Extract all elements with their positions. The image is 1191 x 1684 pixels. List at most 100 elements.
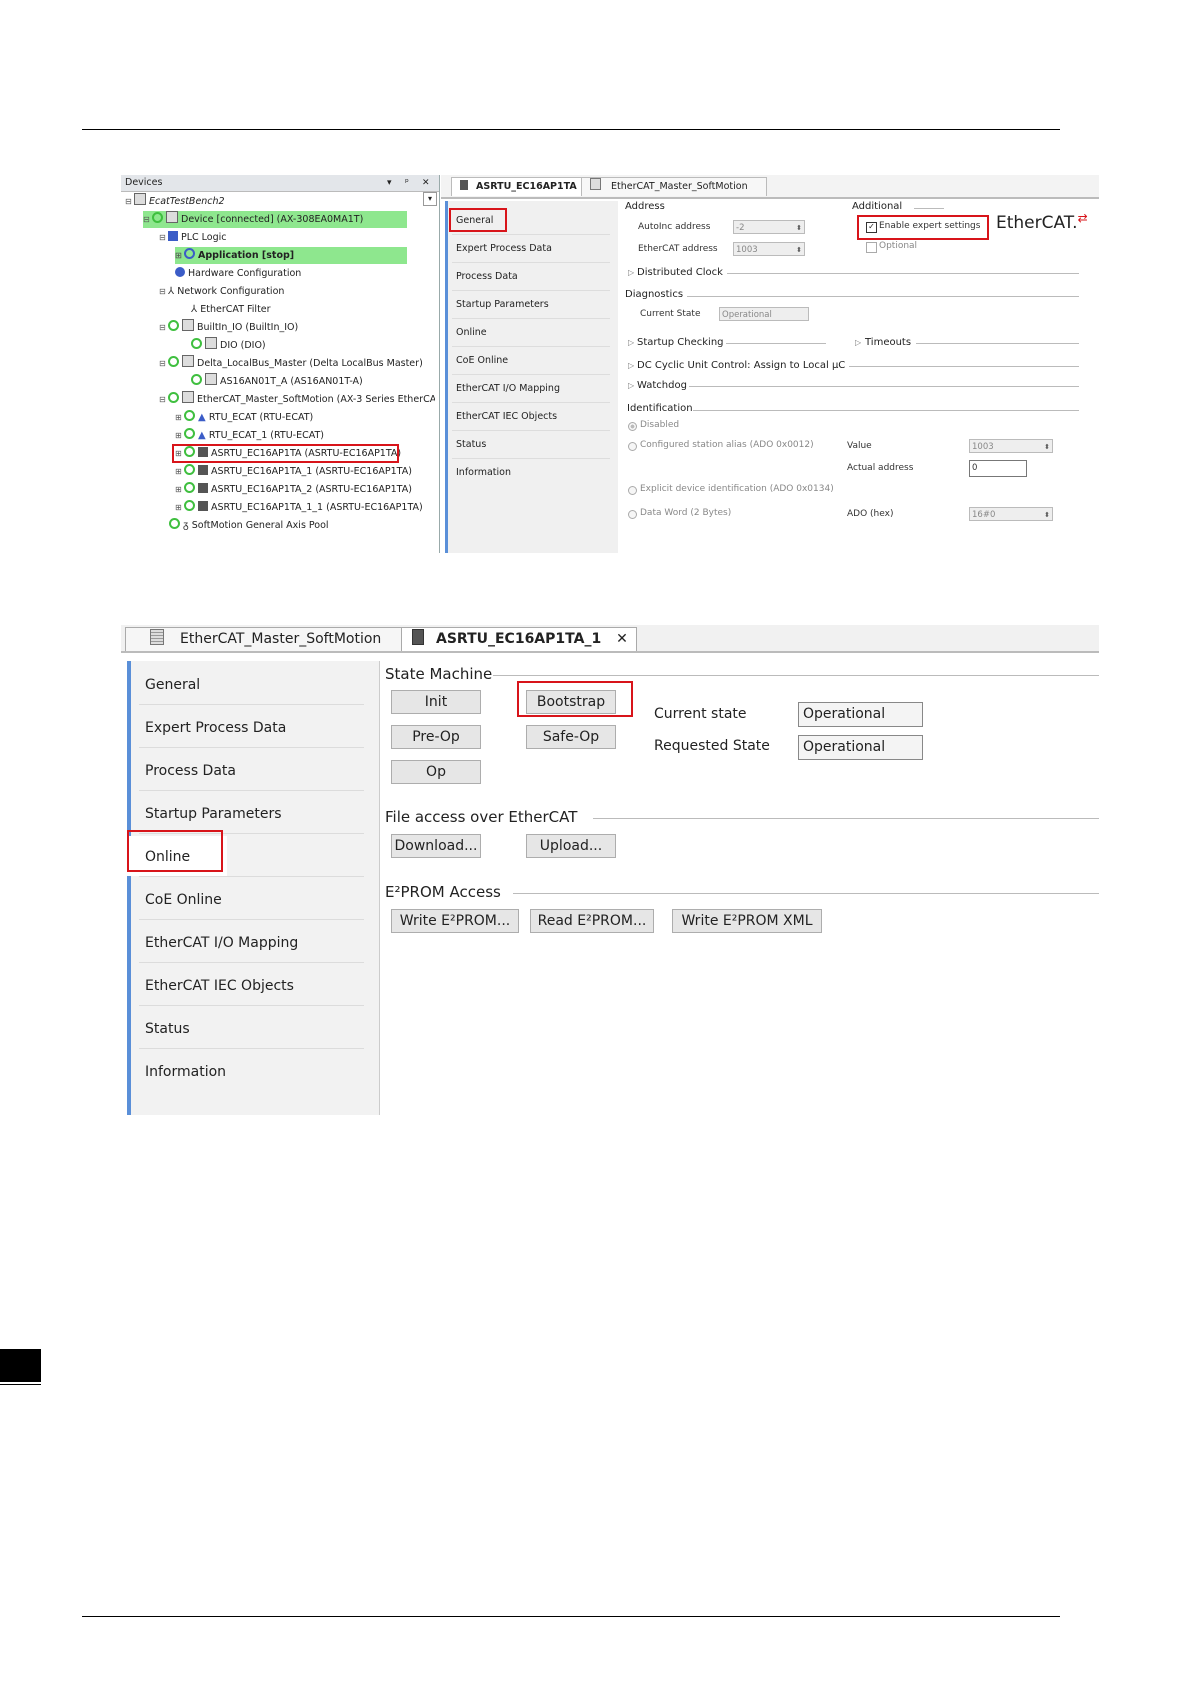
distributed-clock-section[interactable]: Distributed Clock <box>637 267 723 278</box>
nav-divider <box>452 346 610 347</box>
autoinc-address-field[interactable]: -2 ⬍ <box>733 220 805 234</box>
tree-item-as16an01t[interactable]: AS16AN01T_A (AS16AN01T-A) <box>191 373 363 390</box>
spinner-icon[interactable]: ⬍ <box>796 221 802 235</box>
dc-cyclic-section[interactable]: DC Cyclic Unit Control: Assign to Local … <box>637 360 845 371</box>
tree-scroll-icon[interactable]: ▾ <box>423 192 437 206</box>
nav-divider <box>452 262 610 263</box>
nav-ethercat-iec-objects[interactable]: EtherCAT IEC Objects <box>456 411 557 422</box>
requested-state-field: Operational <box>798 735 923 760</box>
expand-triangle-icon[interactable]: ▷ <box>855 338 861 347</box>
nav-startup-parameters[interactable]: Startup Parameters <box>145 806 282 822</box>
read-eeprom-button[interactable]: Read E²PROM... <box>530 909 654 933</box>
op-button[interactable]: Op <box>391 760 481 784</box>
spinner-icon[interactable]: ⬍ <box>1044 440 1050 454</box>
current-state-field: Operational <box>798 702 923 727</box>
tree-item-application[interactable]: ⊞ Application [stop] <box>175 247 407 264</box>
tree-item-hardware-configuration[interactable]: Hardware Configuration <box>175 265 301 282</box>
ethercat-address-field[interactable]: 1003 ⬍ <box>733 242 805 256</box>
page-tab-marker-line <box>0 1384 41 1385</box>
write-eeprom-xml-button[interactable]: Write E²PROM XML <box>672 909 822 933</box>
section-line <box>693 410 1079 411</box>
startup-checking-section[interactable]: Startup Checking <box>637 337 724 348</box>
tree-item-asrtu-ec16ap1ta-2[interactable]: ⊞ ASRTU_EC16AP1TA_2 (ASRTU-EC16AP1TA) <box>175 481 412 498</box>
expand-triangle-icon[interactable]: ▷ <box>628 381 634 390</box>
tree-item-dio[interactable]: DIO (DIO) <box>191 337 266 354</box>
nav-general[interactable]: General <box>145 677 200 693</box>
nav-process-data[interactable]: Process Data <box>145 763 236 779</box>
nav-status[interactable]: Status <box>145 1021 190 1037</box>
spinner-icon[interactable]: ⬍ <box>1044 508 1050 522</box>
safe-op-button[interactable]: Safe-Op <box>526 725 616 749</box>
optional-checkbox[interactable] <box>866 242 877 253</box>
tab-ethercat-master-softmotion[interactable]: EtherCAT_Master_SoftMotion <box>125 627 417 651</box>
connected-icon <box>184 464 195 475</box>
write-eeprom-button[interactable]: Write E²PROM... <box>391 909 519 933</box>
tree-item-axis-pool[interactable]: ᵹ SoftMotion General Axis Pool <box>169 517 329 534</box>
file-access-title: File access over EtherCAT <box>385 808 578 826</box>
alias-value-field[interactable]: 1003 ⬍ <box>969 439 1053 453</box>
nav-coe-online[interactable]: CoE Online <box>456 355 508 366</box>
expand-triangle-icon[interactable]: ▷ <box>628 338 634 347</box>
pin-icon[interactable]: ᵖ <box>405 175 409 191</box>
nav-status[interactable]: Status <box>456 439 486 450</box>
actual-address-field[interactable]: 0 <box>969 460 1027 477</box>
tree-item-plc-logic[interactable]: ⊟ PLC Logic <box>159 229 227 246</box>
tree-item-asrtu-ec16ap1ta-1[interactable]: ⊞ ASRTU_EC16AP1TA_1 (ASRTU-EC16AP1TA) <box>175 463 412 480</box>
nav-expert-process-data[interactable]: Expert Process Data <box>145 720 286 736</box>
nav-expert-process-data[interactable]: Expert Process Data <box>456 243 552 254</box>
module-icon <box>412 629 424 645</box>
connected-icon <box>168 320 179 331</box>
data-word-radio[interactable] <box>628 510 637 519</box>
ethercat-logo: EtherCAT.⇄ <box>996 211 1088 233</box>
editor-tab-bar: EtherCAT_Master_SoftMotion ASRTU_EC16AP1… <box>121 625 1099 653</box>
tree-item-localbus-master[interactable]: ⊟ Delta_LocalBus_Master (Delta LocalBus M… <box>159 355 423 372</box>
nav-ethercat-io-mapping[interactable]: EtherCAT I/O Mapping <box>456 383 560 394</box>
tree-item-asrtu-ec16ap1ta-1-1[interactable]: ⊞ ASRTU_EC16AP1TA_1_1 (ASRTU-EC16AP1TA) <box>175 499 423 516</box>
tree-item-ethercat-filter[interactable]: ⅄ EtherCAT Filter <box>191 301 271 318</box>
connected-icon <box>184 500 195 511</box>
nav-information[interactable]: Information <box>456 467 511 478</box>
nav-divider <box>452 318 610 319</box>
tree-item-ethercat-master[interactable]: ⊟ EtherCAT_Master_SoftMotion (AX-3 Series… <box>159 391 435 408</box>
configured-alias-radio[interactable] <box>628 442 637 451</box>
connected-icon <box>191 374 202 385</box>
device-icon <box>166 211 178 223</box>
current-state-label: Current State <box>640 309 701 319</box>
expand-triangle-icon[interactable]: ▷ <box>628 361 634 370</box>
nav-coe-online[interactable]: CoE Online <box>145 892 222 908</box>
page-tab-marker <box>0 1349 41 1382</box>
init-button[interactable]: Init <box>391 690 481 714</box>
watchdog-section[interactable]: Watchdog <box>637 380 687 391</box>
download-button[interactable]: Download... <box>391 834 481 858</box>
config-nav: General Expert Process Data Process Data… <box>127 661 380 1115</box>
tree-item-device[interactable]: ⊟ Device [connected] (AX-308EA0MA1T) <box>143 211 407 228</box>
tree-item-rtu-ecat-1[interactable]: ⊞ ▲ RTU_ECAT_1 (RTU-ECAT) <box>175 427 324 444</box>
tree-item-project[interactable]: ⊟ EcatTestBench2 <box>125 193 225 210</box>
requested-state-label: Requested State <box>654 738 770 754</box>
dropdown-icon[interactable]: ▾ <box>387 175 392 191</box>
additional-section-title: Additional <box>852 201 903 212</box>
spinner-icon[interactable]: ⬍ <box>796 243 802 257</box>
close-icon[interactable]: ✕ <box>422 175 430 191</box>
expand-triangle-icon[interactable]: ▷ <box>628 268 634 277</box>
timeouts-section[interactable]: Timeouts <box>865 337 911 348</box>
nav-startup-parameters[interactable]: Startup Parameters <box>456 299 549 310</box>
explicit-identification-radio[interactable] <box>628 486 637 495</box>
nav-ethercat-iec-objects[interactable]: EtherCAT IEC Objects <box>145 978 294 994</box>
nav-information[interactable]: Information <box>145 1064 226 1080</box>
nav-ethercat-io-mapping[interactable]: EtherCAT I/O Mapping <box>145 935 298 951</box>
tree-item-network-configuration[interactable]: ⊟ ⅄ Network Configuration <box>159 283 284 300</box>
pre-op-button[interactable]: Pre-Op <box>391 725 481 749</box>
ado-hex-field[interactable]: 16#0 ⬍ <box>969 507 1053 521</box>
disabled-radio[interactable] <box>628 422 637 431</box>
ado-hex-label: ADO (hex) <box>847 509 894 519</box>
upload-button[interactable]: Upload... <box>526 834 616 858</box>
tab-ethercat-master-softmotion[interactable]: EtherCAT_Master_SoftMotion <box>581 177 767 196</box>
coupler-icon: ▲ <box>198 412 209 423</box>
tab-close-icon[interactable]: ✕ <box>616 631 628 647</box>
tab-asrtu-ec16ap1ta-1[interactable]: ASRTU_EC16AP1TA_1 ✕ <box>401 627 637 651</box>
tree-item-builtin-io[interactable]: ⊟ BuiltIn_IO (BuiltIn_IO) <box>159 319 298 336</box>
nav-online[interactable]: Online <box>456 327 487 338</box>
tree-item-rtu-ecat[interactable]: ⊞ ▲ RTU_ECAT (RTU-ECAT) <box>175 409 313 426</box>
nav-process-data[interactable]: Process Data <box>456 271 518 282</box>
